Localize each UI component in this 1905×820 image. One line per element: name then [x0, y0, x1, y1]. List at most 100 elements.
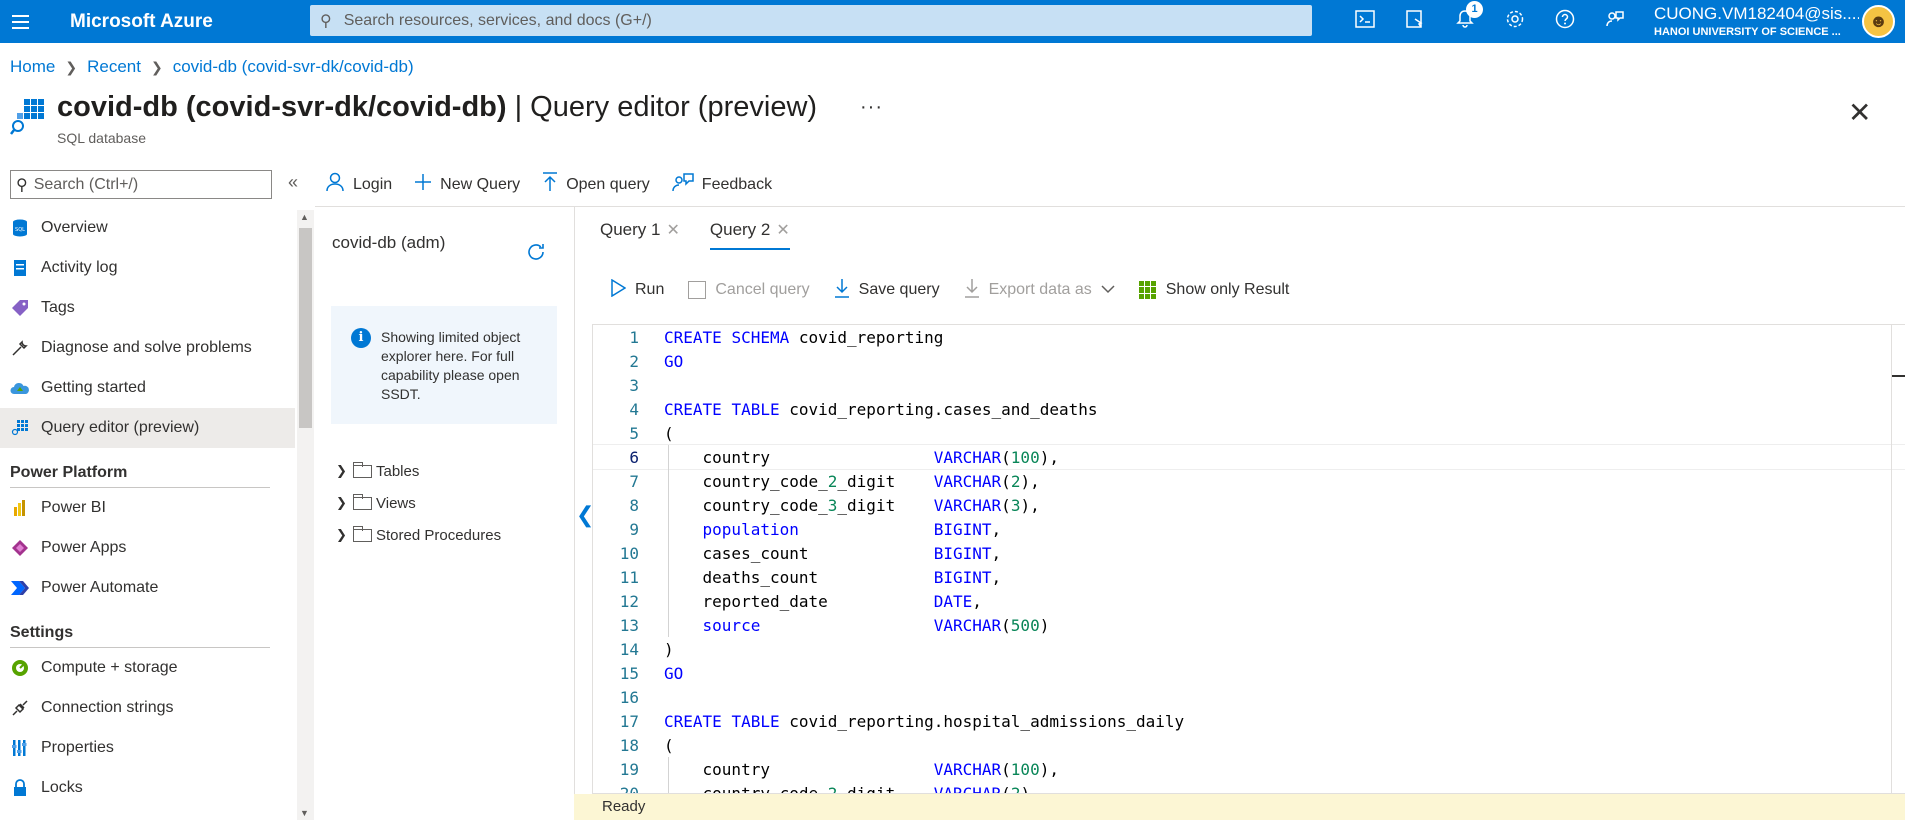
- account-menu[interactable]: CUONG.VM182404@sis.... HANOI UNIVERSITY …: [1654, 4, 1859, 38]
- scroll-down-icon[interactable]: ▼: [300, 808, 309, 818]
- chevron-right-icon[interactable]: ❯: [336, 463, 350, 479]
- run-button[interactable]: Run: [610, 278, 664, 302]
- save-query-button[interactable]: Save query: [834, 278, 940, 303]
- nav-item-compute-storage[interactable]: Compute + storage: [0, 648, 295, 688]
- nav-item-connection-strings[interactable]: Connection strings: [0, 688, 295, 728]
- power-apps-icon: [10, 538, 30, 558]
- nav-section-power-platform: Power Platform: [0, 448, 295, 488]
- breadcrumb-resource[interactable]: covid-db (covid-svr-dk/covid-db): [173, 57, 414, 77]
- object-explorer-title: covid-db (adm): [332, 233, 446, 252]
- indent-guide: [668, 517, 669, 541]
- login-button[interactable]: Login: [325, 172, 392, 198]
- help-icon[interactable]: [1540, 9, 1590, 35]
- code-line[interactable]: 20 country_code_2_digit VARCHAR(2),: [593, 781, 1905, 793]
- cloud-shell-icon[interactable]: [1340, 9, 1390, 34]
- editor-toolbar: Run Cancel query Save query Export data …: [610, 278, 1289, 302]
- scroll-up-icon[interactable]: ▲: [300, 212, 309, 222]
- cancel-query-button[interactable]: Cancel query: [688, 281, 810, 299]
- breadcrumb-home[interactable]: Home: [10, 57, 55, 77]
- code-line[interactable]: 7 country_code_2_digit VARCHAR(2),: [593, 469, 1905, 493]
- code-line[interactable]: 15 GO: [593, 661, 1905, 685]
- code-line[interactable]: 16: [593, 685, 1905, 709]
- nav-item-properties[interactable]: Properties: [0, 728, 295, 768]
- show-only-result-button[interactable]: Show only Result: [1138, 281, 1289, 299]
- close-tab-icon[interactable]: ✕: [666, 220, 679, 240]
- feedback-label: Feedback: [701, 176, 773, 193]
- menu-icon[interactable]: [5, 14, 35, 29]
- nav-search-input[interactable]: ⚲ Search (Ctrl+/): [10, 170, 272, 199]
- refresh-icon[interactable]: [525, 241, 547, 269]
- tree-item-label: Tables: [376, 462, 420, 480]
- tab-query-1[interactable]: Query 1 ✕: [600, 220, 680, 250]
- nav-item-query-editor[interactable]: Query editor (preview): [0, 408, 295, 448]
- more-options-icon[interactable]: ···: [860, 96, 883, 119]
- nav-scrollbar[interactable]: ▲ ▼: [297, 210, 314, 820]
- tab-query-2[interactable]: Query 2 ✕: [709, 220, 790, 250]
- scrollbar-thumb[interactable]: [299, 228, 312, 428]
- code-line[interactable]: 5(: [593, 421, 1905, 445]
- close-icon[interactable]: ✕: [1848, 96, 1871, 129]
- scroll-position-marker: [1892, 375, 1905, 377]
- nav-item-tags[interactable]: Tags: [0, 288, 295, 328]
- line-number: 9: [629, 519, 639, 539]
- code-line[interactable]: 2 GO: [593, 349, 1905, 373]
- code-line[interactable]: 17 CREATE TABLE covid_reporting.hospital_…: [593, 709, 1905, 733]
- nav-item-label: Locks: [41, 779, 83, 796]
- new-query-button[interactable]: New Query: [414, 173, 520, 197]
- code-line[interactable]: 4 CREATE TABLE covid_reporting.cases_and_…: [593, 397, 1905, 421]
- nav-item-locks[interactable]: Locks: [0, 768, 295, 808]
- brand-name[interactable]: Microsoft Azure: [70, 11, 310, 33]
- code-text: CREATE TABLE covid_reporting.cases_and_d…: [664, 399, 1098, 419]
- chevron-right-icon[interactable]: ❯: [336, 527, 350, 543]
- avatar[interactable]: ☻: [1862, 5, 1895, 38]
- breadcrumb-recent[interactable]: Recent: [87, 57, 141, 77]
- settings-gear-icon[interactable]: [1490, 9, 1540, 35]
- chevron-right-icon: ❯: [150, 58, 163, 75]
- close-tab-icon[interactable]: ✕: [776, 220, 789, 240]
- tag-icon: [10, 298, 30, 318]
- nav-item-label: Tags: [41, 299, 75, 316]
- nav-item-getting-started[interactable]: Getting started: [0, 368, 295, 408]
- code-line[interactable]: 13 source VARCHAR(500): [593, 613, 1905, 637]
- nav-item-activity-log[interactable]: Activity log: [0, 248, 295, 288]
- power-bi-icon: [10, 498, 30, 518]
- code-line[interactable]: 18 (: [593, 733, 1905, 757]
- tree-item-tables[interactable]: ❯ Tables: [336, 455, 501, 487]
- explorer-divider[interactable]: [574, 207, 575, 820]
- indent-guide: [668, 589, 669, 613]
- tree-item-label: Views: [376, 494, 416, 512]
- page-title: covid-db (covid-svr-dk/covid-db) | Query…: [57, 91, 817, 124]
- code-line[interactable]: 6 country VARCHAR(100),: [593, 444, 1905, 470]
- notifications-icon[interactable]: 1: [1440, 0, 1490, 35]
- code-line[interactable]: 12 reported_date DATE,: [593, 589, 1905, 613]
- indent-guide: [668, 469, 669, 493]
- editor-scrollbar[interactable]: [1891, 324, 1905, 794]
- tree-item-stored-procedures[interactable]: ❯ Stored Procedures: [336, 519, 501, 551]
- line-number: 7: [629, 471, 639, 491]
- code-line[interactable]: 10 cases_count BIGINT,: [593, 541, 1905, 565]
- global-search-input[interactable]: ⚲ Search resources, services, and docs (…: [310, 5, 1312, 36]
- feedback-button[interactable]: Feedback: [672, 172, 772, 198]
- code-line[interactable]: 9 population BIGINT,: [593, 517, 1905, 541]
- nav-item-diagnose[interactable]: Diagnose and solve problems: [0, 328, 295, 368]
- directory-filter-icon[interactable]: [1390, 9, 1440, 35]
- nav-item-power-automate[interactable]: Power Automate: [0, 568, 295, 608]
- code-line[interactable]: 14): [593, 637, 1905, 661]
- query-tabs: Query 1 ✕ Query 2 ✕: [600, 220, 790, 250]
- nav-item-power-apps[interactable]: Power Apps: [0, 528, 295, 568]
- nav-item-overview[interactable]: SQL Overview: [0, 208, 295, 248]
- nav-item-power-bi[interactable]: Power BI: [0, 488, 295, 528]
- code-line[interactable]: 19 country VARCHAR(100),: [593, 757, 1905, 781]
- tree-item-views[interactable]: ❯ Views: [336, 487, 501, 519]
- chevron-right-icon[interactable]: ❯: [336, 495, 350, 511]
- export-data-button[interactable]: Export data as: [964, 278, 1115, 303]
- upload-icon: [542, 172, 558, 198]
- code-line[interactable]: 11 deaths_count BIGINT,: [593, 565, 1905, 589]
- collapse-nav-icon[interactable]: «: [288, 172, 298, 193]
- code-line[interactable]: 8 country_code_3_digit VARCHAR(3),: [593, 493, 1905, 517]
- code-line[interactable]: 1 CREATE SCHEMA covid_reporting: [593, 325, 1905, 349]
- code-editor[interactable]: 1 CREATE SCHEMA covid_reporting 2 GO 3 4 CREAT…: [592, 324, 1905, 794]
- code-line[interactable]: 3: [593, 373, 1905, 397]
- feedback-icon[interactable]: [1590, 9, 1640, 35]
- open-query-button[interactable]: Open query: [542, 172, 650, 198]
